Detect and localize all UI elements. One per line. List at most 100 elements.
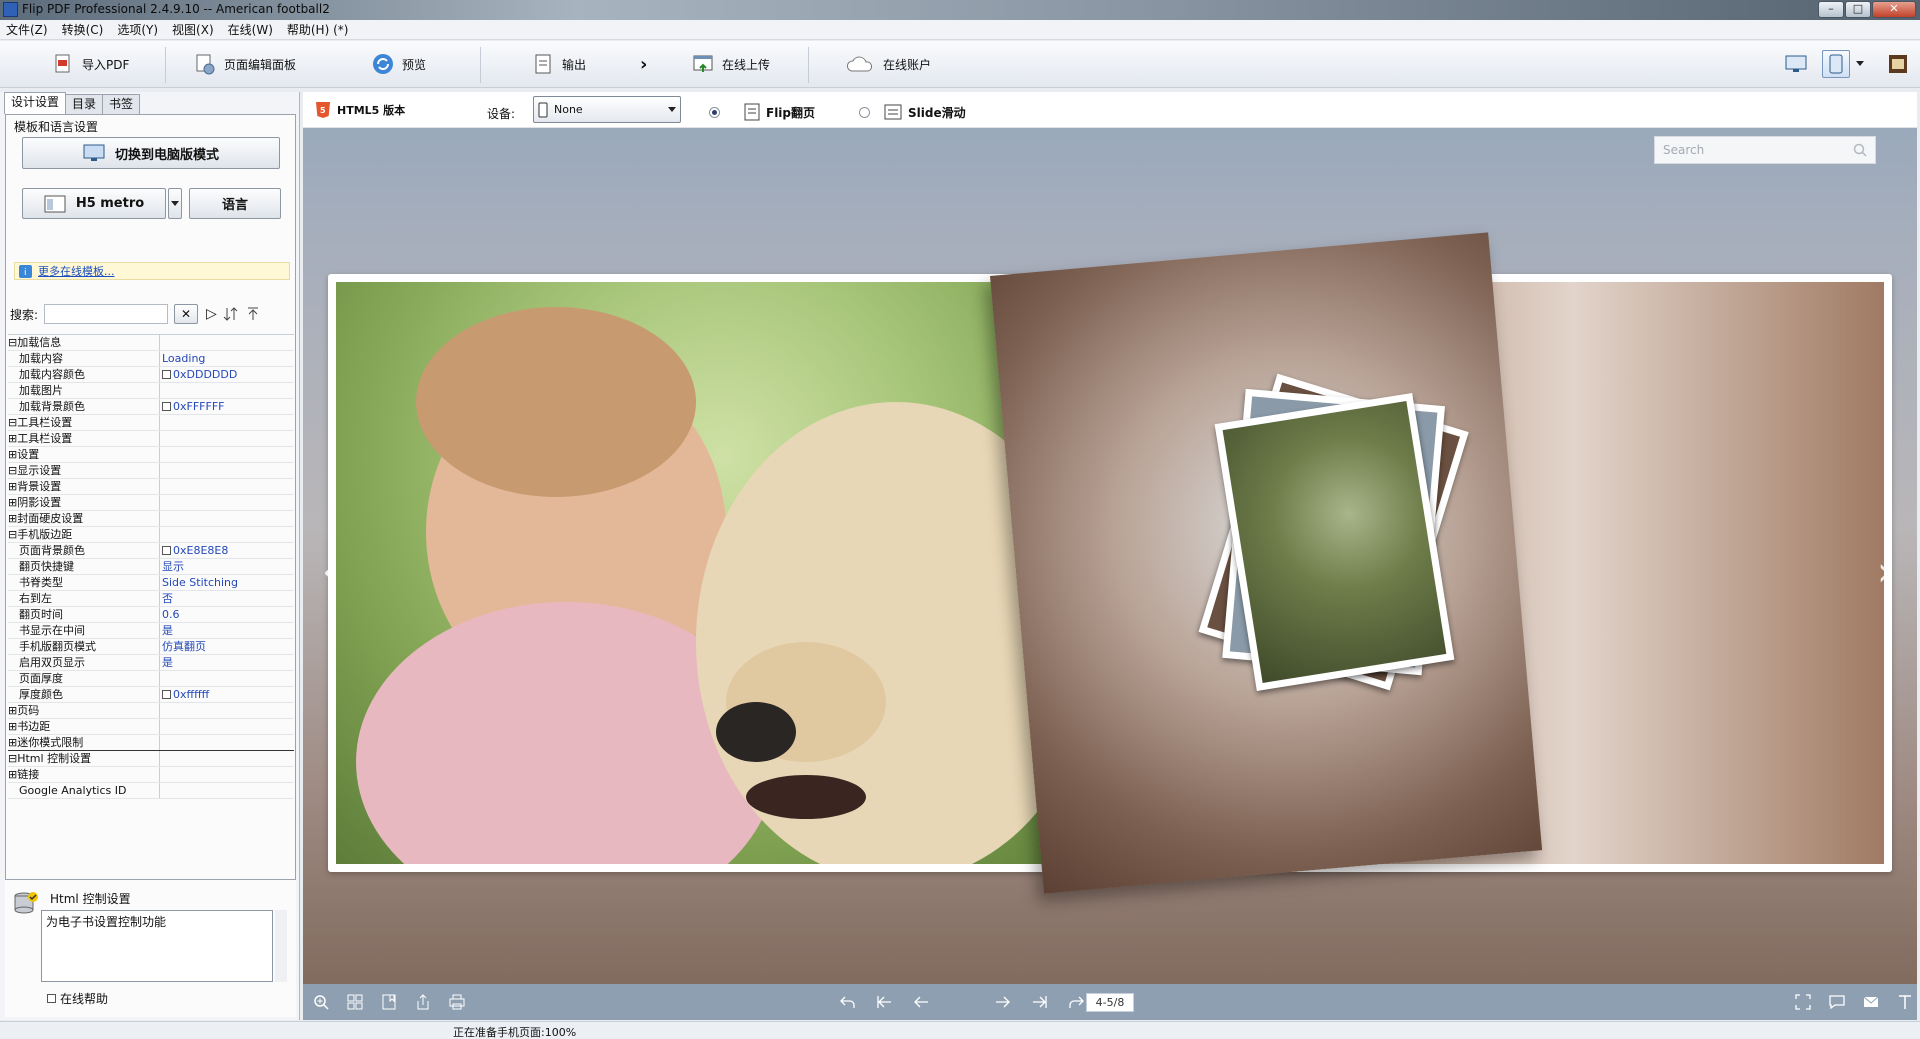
- import-pdf-button[interactable]: 导入PDF: [52, 51, 129, 77]
- property-row[interactable]: ⊟Html 控制设置: [8, 751, 294, 767]
- desktop-mode-icon[interactable]: [1782, 50, 1810, 78]
- property-value[interactable]: 0xDDDDDD: [160, 367, 294, 382]
- property-row[interactable]: ⊞链接: [8, 767, 294, 783]
- flipbook-search-input[interactable]: Search: [1654, 136, 1876, 164]
- property-row[interactable]: 页面背景颜色 0xE8E8E8: [8, 543, 294, 559]
- clear-search-button[interactable]: ✕: [174, 304, 199, 324]
- comment-icon[interactable]: [1827, 992, 1847, 1012]
- menu-convert[interactable]: 转换(C): [62, 21, 104, 38]
- property-row[interactable]: ⊞设置: [8, 447, 294, 463]
- preview-button[interactable]: 预览: [372, 51, 426, 77]
- property-value[interactable]: [160, 527, 294, 542]
- property-value[interactable]: [160, 479, 294, 494]
- color-swatch[interactable]: [162, 370, 171, 379]
- collapse-all-icon[interactable]: [245, 306, 261, 322]
- property-value[interactable]: [160, 335, 294, 350]
- account-button[interactable]: 在线账户: [845, 51, 931, 77]
- menu-online[interactable]: 在线(W): [228, 21, 273, 38]
- close-button[interactable]: ✕: [1872, 1, 1916, 18]
- share-icon[interactable]: [413, 992, 433, 1012]
- color-swatch[interactable]: [162, 402, 171, 411]
- property-row[interactable]: 加载内容颜色 0xDDDDDD: [8, 367, 294, 383]
- switch-desktop-mode-button[interactable]: 切换到电脑版模式: [22, 137, 280, 169]
- property-row[interactable]: 翻页快捷键 显示: [8, 559, 294, 575]
- property-value[interactable]: [160, 671, 294, 686]
- next-page-icon[interactable]: [993, 992, 1013, 1012]
- arrow-right-icon[interactable]: ▷: [206, 306, 217, 322]
- first-page-icon[interactable]: [874, 992, 894, 1012]
- property-value[interactable]: [160, 511, 294, 526]
- tab-bookmarks[interactable]: 书签: [102, 94, 141, 114]
- more-templates-link[interactable]: 更多在线模板...: [38, 263, 115, 279]
- online-help-checkbox[interactable]: [47, 994, 56, 1003]
- page-editor-button[interactable]: 页面编辑面板: [194, 51, 296, 77]
- property-value[interactable]: 0xE8E8E8: [160, 543, 294, 558]
- template-dropdown-button[interactable]: [168, 188, 182, 219]
- property-value[interactable]: 0xffffff: [160, 687, 294, 702]
- turning-page[interactable]: [990, 232, 1543, 894]
- property-row[interactable]: ⊞封面硬皮设置: [8, 511, 294, 527]
- property-row[interactable]: ⊞背景设置: [8, 479, 294, 495]
- property-row[interactable]: ⊟加载信息: [8, 335, 294, 351]
- thumbnails-icon[interactable]: [345, 992, 365, 1012]
- property-row[interactable]: 翻页时间 0.6: [8, 607, 294, 623]
- menu-options[interactable]: 选项(Y): [117, 21, 158, 38]
- menu-view[interactable]: 视图(X): [172, 21, 214, 38]
- output-button[interactable]: 输出: [532, 51, 586, 77]
- help-scrollbar[interactable]: [275, 910, 287, 982]
- property-row[interactable]: ⊞迷你模式限制: [8, 735, 294, 751]
- property-row[interactable]: ⊟工具栏设置: [8, 415, 294, 431]
- property-row[interactable]: Google Analytics ID: [8, 783, 294, 799]
- template-button[interactable]: H5 metro: [22, 188, 166, 219]
- property-value[interactable]: [160, 767, 294, 782]
- zoom-in-icon[interactable]: [311, 992, 331, 1012]
- property-row[interactable]: 书显示在中间是: [8, 623, 294, 639]
- property-row[interactable]: ⊟显示设置: [8, 463, 294, 479]
- tab-toc[interactable]: 目录: [65, 94, 104, 114]
- property-value[interactable]: [160, 447, 294, 462]
- flip-mode-option[interactable]: Flip翻页: [709, 103, 815, 121]
- flip-radio[interactable]: [709, 106, 720, 118]
- bookmark-page-icon[interactable]: [379, 992, 399, 1012]
- property-value[interactable]: 0xFFFFFF: [160, 399, 294, 414]
- property-value[interactable]: [160, 751, 294, 766]
- menu-file[interactable]: 文件(Z): [6, 21, 48, 38]
- redo-icon[interactable]: [1066, 992, 1086, 1012]
- film-strip-icon[interactable]: [1884, 50, 1912, 78]
- property-row[interactable]: ⊞工具栏设置: [8, 431, 294, 447]
- property-value[interactable]: 是: [160, 623, 294, 638]
- slide-radio[interactable]: [859, 106, 870, 118]
- upload-button[interactable]: 在线上传: [692, 51, 770, 77]
- property-row[interactable]: 手机版翻页模式 仿真翻页: [8, 639, 294, 655]
- prev-page-icon[interactable]: [911, 992, 931, 1012]
- maximize-button[interactable]: □: [1845, 1, 1871, 18]
- expand-all-icon[interactable]: [223, 306, 239, 322]
- property-value[interactable]: 否: [160, 591, 294, 606]
- color-swatch[interactable]: [162, 690, 171, 699]
- tab-design-settings[interactable]: 设计设置: [4, 92, 67, 114]
- fullscreen-icon[interactable]: [1793, 992, 1813, 1012]
- page-number-input[interactable]: 4-5/8: [1086, 993, 1134, 1012]
- property-value[interactable]: [160, 703, 294, 718]
- property-row[interactable]: ⊟手机版边距: [8, 527, 294, 543]
- property-value[interactable]: Loading: [160, 351, 294, 366]
- property-value[interactable]: 0.6: [160, 607, 294, 622]
- last-page-icon[interactable]: [1030, 992, 1050, 1012]
- property-value[interactable]: [160, 495, 294, 510]
- property-value[interactable]: [160, 719, 294, 734]
- property-row[interactable]: 厚度颜色 0xffffff: [8, 687, 294, 703]
- property-value[interactable]: [160, 383, 294, 398]
- property-value[interactable]: [160, 431, 294, 446]
- property-row[interactable]: 启用双页显示是: [8, 655, 294, 671]
- property-value[interactable]: [160, 783, 294, 798]
- print-icon[interactable]: [447, 992, 467, 1012]
- property-row[interactable]: ⊞页码: [8, 703, 294, 719]
- email-icon[interactable]: [1861, 992, 1881, 1012]
- device-select[interactable]: None: [533, 96, 681, 123]
- property-row[interactable]: 页面厚度: [8, 671, 294, 687]
- prev-page-arrow-icon[interactable]: ‹: [322, 552, 342, 592]
- property-value[interactable]: [160, 735, 294, 750]
- property-row[interactable]: ⊞阴影设置: [8, 495, 294, 511]
- property-row[interactable]: 加载内容 Loading: [8, 351, 294, 367]
- chevron-right-icon[interactable]: ›: [640, 51, 647, 77]
